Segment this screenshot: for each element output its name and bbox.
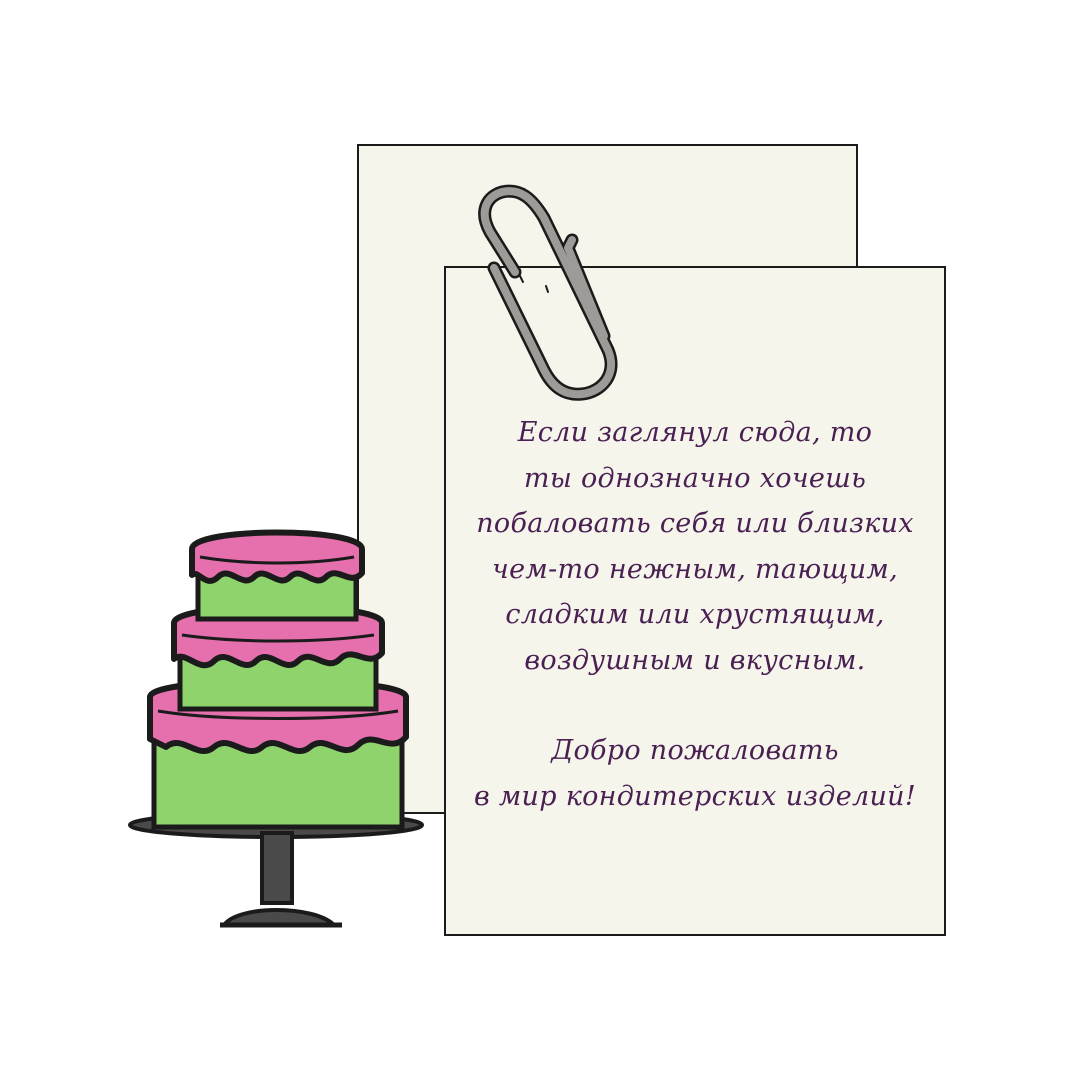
note-line-3: побаловать себя или близких — [476, 508, 914, 539]
welcome-line-1: Добро пожаловать — [551, 735, 839, 766]
paperclip-icon — [478, 184, 618, 401]
note-line-2: ты однозначно хочешь — [523, 462, 867, 494]
note-line-1: Если заглянул сюда, то — [517, 417, 873, 448]
note-line-6: воздушным и вкусным. — [524, 644, 866, 676]
note-text: Если заглянул сюда, то ты однозначно хоч… — [444, 410, 946, 819]
tiered-cake-icon — [128, 529, 424, 928]
note-line-5: сладким или хрустящим, — [505, 599, 885, 630]
welcome-line-2: в мир кондитерских изделий! — [473, 780, 917, 812]
note-line-4: чем-то нежным, тающим, — [492, 553, 898, 585]
note-spacer — [444, 683, 946, 728]
